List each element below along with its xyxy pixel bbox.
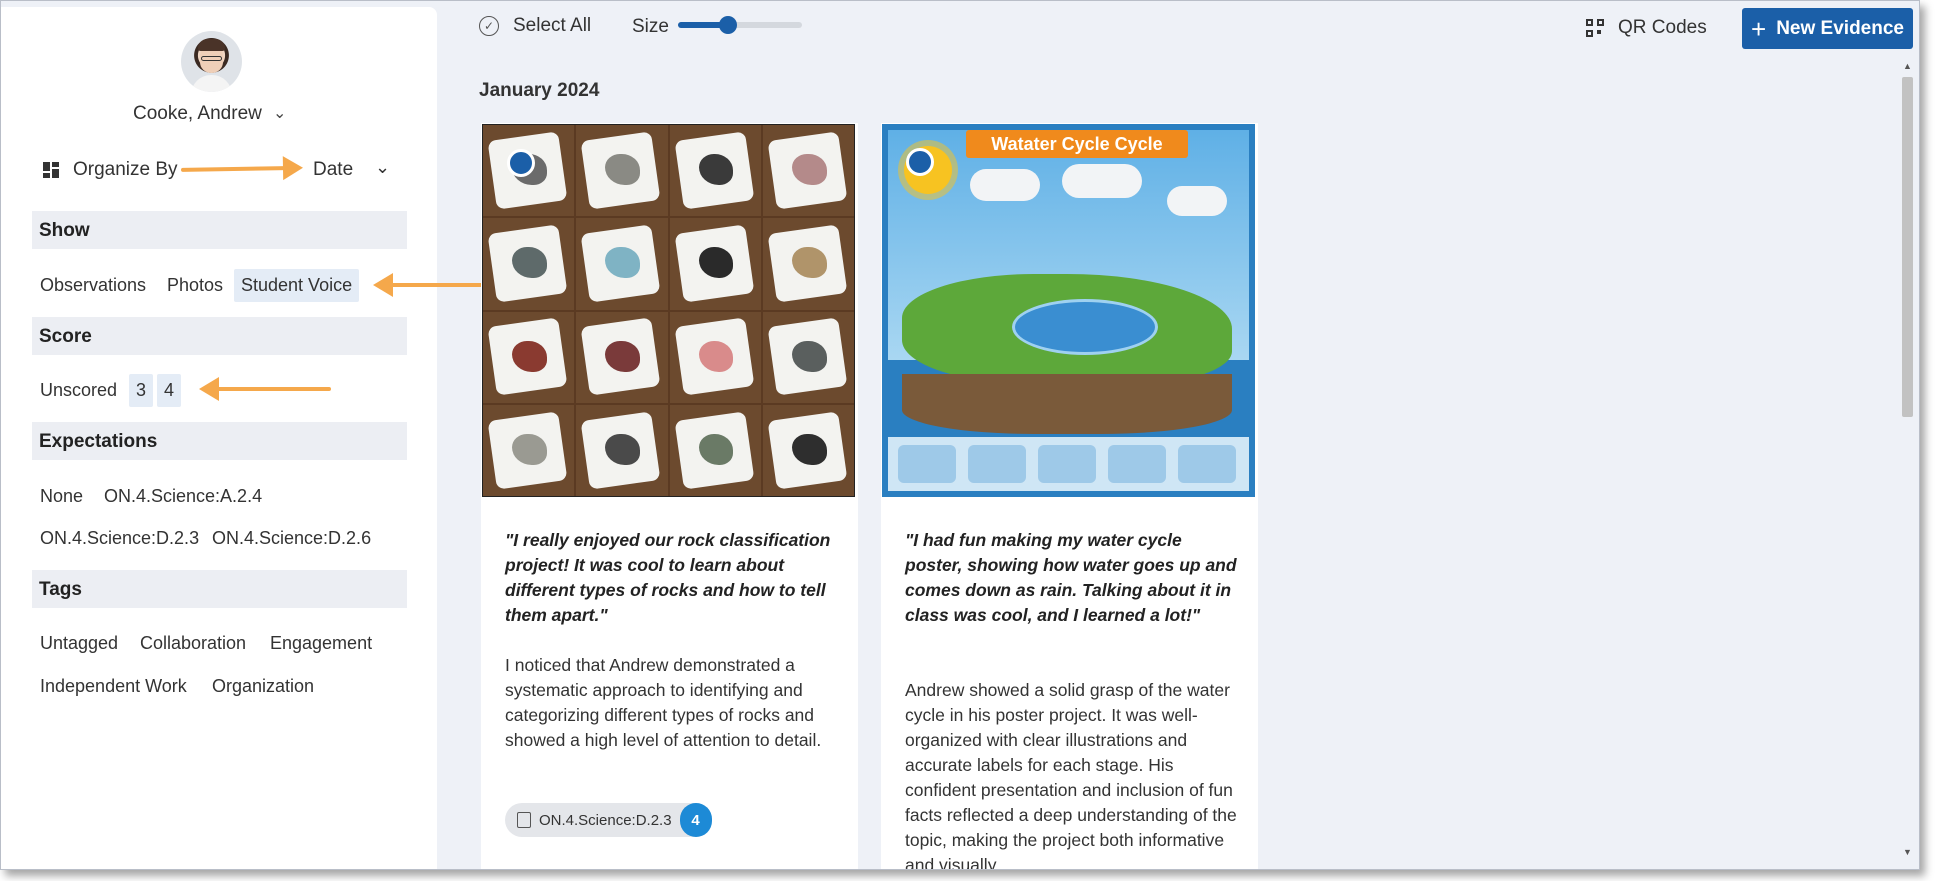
select-all-button[interactable]: ✓ Select All <box>479 15 591 37</box>
book-icon <box>517 812 531 828</box>
size-slider[interactable] <box>678 16 802 34</box>
check-circle-icon: ✓ <box>479 16 499 36</box>
filter-expectation[interactable]: ON.4.Science:D.2.3 <box>33 522 206 555</box>
avatar[interactable] <box>181 31 242 92</box>
evidence-card[interactable]: "I really enjoyed our rock classificatio… <box>481 123 858 869</box>
filter-tag-collaboration[interactable]: Collaboration <box>133 627 253 660</box>
score-badge: 4 <box>679 803 712 837</box>
filter-tag-untagged[interactable]: Untagged <box>33 627 125 660</box>
scrollbar[interactable]: ▲ ▼ <box>1900 61 1915 861</box>
qr-code-icon <box>1586 19 1604 37</box>
filter-photos[interactable]: Photos <box>160 269 230 302</box>
evidence-card[interactable]: Watater Cycle Cycle "I had fun making my… <box>881 123 1258 870</box>
qr-codes-label: QR Codes <box>1618 17 1707 38</box>
expectations-section-header: Expectations <box>32 422 407 460</box>
rock-classification-photo[interactable] <box>482 124 855 497</box>
score-section-header: Score <box>32 317 407 355</box>
organize-by-select[interactable]: Date <box>313 159 353 181</box>
new-evidence-button[interactable]: + New Evidence <box>1742 8 1913 49</box>
observation-text: I noticed that Andrew demonstrated a sys… <box>505 655 822 750</box>
filter-tag-engagement[interactable]: Engagement <box>263 627 379 660</box>
filter-expectation[interactable]: ON.4.Science:A.2.4 <box>97 480 269 513</box>
scroll-down-icon[interactable]: ▼ <box>1903 847 1912 857</box>
chevron-down-icon[interactable]: ⌄ <box>375 157 390 178</box>
select-card-checkbox[interactable] <box>906 148 934 176</box>
expectation-code: ON.4.Science:D.2.3 <box>539 811 672 829</box>
organize-by-text: Organize By <box>73 159 178 180</box>
filter-tag-organization[interactable]: Organization <box>205 670 321 703</box>
scroll-thumb[interactable] <box>1902 77 1913 417</box>
filter-student-voice[interactable]: Student Voice <box>234 269 360 302</box>
student-name[interactable]: Cooke, Andrew <box>133 103 262 125</box>
annotation-arrow <box>180 166 288 172</box>
select-card-checkbox[interactable] <box>507 149 535 177</box>
show-section-header: Show <box>32 211 407 249</box>
filter-unscored[interactable]: Unscored <box>33 374 124 407</box>
student-voice-quote: "I had fun making my water cycle poster,… <box>905 530 1237 625</box>
tags-section-header: Tags <box>32 570 407 608</box>
filter-expectation[interactable]: ON.4.Science:D.2.6 <box>205 522 378 555</box>
group-title: January 2024 <box>479 80 600 101</box>
filter-observations[interactable]: Observations <box>33 269 153 302</box>
filter-score-4[interactable]: 4 <box>157 374 182 407</box>
size-label: Size <box>632 16 669 37</box>
expectation-tag[interactable]: ON.4.Science:D.2.3 4 <box>505 803 712 837</box>
app-window: Cooke, Andrew ⌄ Organize By Date ⌄ Show … <box>0 0 1920 870</box>
dashboard-icon <box>43 162 59 178</box>
chevron-down-icon[interactable]: ⌄ <box>273 103 286 123</box>
filter-tag-independent-work[interactable]: Independent Work <box>33 670 194 703</box>
qr-codes-button[interactable]: QR Codes <box>1586 17 1707 39</box>
scroll-up-icon[interactable]: ▲ <box>1903 61 1912 71</box>
annotation-arrow <box>199 377 331 401</box>
select-all-label: Select All <box>513 15 592 36</box>
filter-score-3[interactable]: 3 <box>129 374 154 407</box>
new-evidence-label: New Evidence <box>1776 17 1904 39</box>
student-voice-quote: "I really enjoyed our rock classificatio… <box>505 530 831 625</box>
plus-icon: + <box>1751 13 1767 44</box>
poster-banner: Watater Cycle Cycle <box>966 130 1188 158</box>
water-cycle-poster[interactable]: Watater Cycle Cycle <box>882 124 1255 497</box>
filter-expectation-none[interactable]: None <box>33 480 90 513</box>
slider-thumb[interactable] <box>718 16 737 34</box>
organize-by-label: Organize By <box>43 159 178 181</box>
observation-text: Andrew showed a solid grasp of the water… <box>905 680 1237 870</box>
filter-sidebar: Cooke, Andrew ⌄ Organize By Date ⌄ Show … <box>1 7 507 869</box>
